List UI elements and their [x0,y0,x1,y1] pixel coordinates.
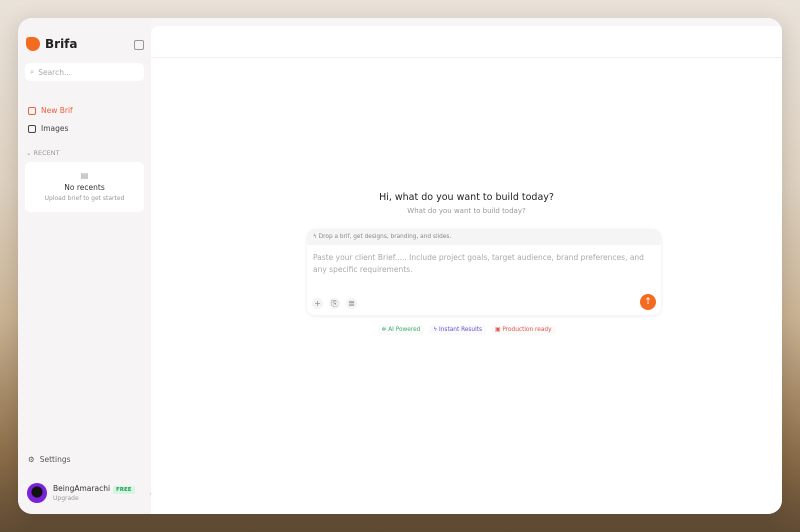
no-recents-subtitle: Upload brief to get started [25,195,144,202]
plan-badge: FREE [113,486,135,494]
attach-file-icon[interactable]: ⎘ [329,298,340,309]
plus-square-icon [28,107,36,115]
chip-production-ready: ▣ Production ready [491,325,556,335]
sidebar-item-new-brif[interactable]: New Brif [28,106,73,115]
arrow-up-icon: ↑ [644,297,652,307]
chip-label: Production ready [502,327,551,333]
search-placeholder: Search... [38,68,71,77]
chip-label: Instant Results [439,327,482,333]
brifa-logo-icon [26,37,40,51]
no-recents-title: No recents [25,183,144,192]
hint-text: Drop a brif, get designs, branding, and … [319,234,452,240]
sidebar-item-images[interactable]: Images [28,124,68,133]
settings-label: Settings [40,455,71,464]
brief-textarea[interactable]: Paste your client Brief..... Include pro… [307,245,661,285]
upgrade-link[interactable]: Upgrade [53,495,135,502]
chip-instant-results: ϟ Instant Results [429,325,486,335]
user-menu[interactable]: BeingAmarachiFREE Upgrade ⌄ [27,483,154,503]
no-recents-card: ▤ No recents Upload brief to get started [25,162,144,212]
hint-bar: ϟ Drop a brif, get designs, branding, an… [307,229,661,245]
chip-ai-powered: ✲ AI Powered [378,325,425,335]
plus-icon[interactable]: + [312,298,323,309]
document-icon[interactable]: ≣ [346,298,357,309]
app-name: Brifa [45,37,78,51]
header-bar [151,26,782,58]
avatar [27,483,47,503]
main-panel: Hi, what do you want to build today? Wha… [151,26,782,514]
nav-label: Images [41,124,68,133]
send-button[interactable]: ↑ [640,294,656,310]
settings-button[interactable]: ⚙ Settings [28,455,71,464]
image-icon [28,125,36,133]
feature-chips: ✲ AI Powered ϟ Instant Results ▣ Product… [151,325,782,335]
search-input[interactable]: ⌕ Search... [25,63,144,81]
gear-icon: ⚙ [28,455,35,464]
page-subtitle: What do you want to build today? [151,207,782,215]
app-window: Brifa ⌕ Search... New Brif Images ⌄ RECEN… [18,18,782,514]
sidebar: Brifa ⌕ Search... New Brif Images ⌄ RECEN… [18,18,151,514]
prompt-box: ϟ Drop a brif, get designs, branding, an… [307,229,661,315]
sidebar-toggle-icon[interactable] [134,40,144,50]
chip-label: AI Powered [388,327,420,333]
recent-section-toggle[interactable]: ⌄ RECENT [26,149,60,157]
recent-label: RECENT [34,149,60,157]
document-icon: ▤ [25,171,144,180]
user-name: BeingAmarachi [53,484,110,493]
search-icon: ⌕ [30,67,34,77]
page-title: Hi, what do you want to build today? [151,192,782,203]
nav-label: New Brif [41,106,73,115]
logo: Brifa [26,37,78,51]
